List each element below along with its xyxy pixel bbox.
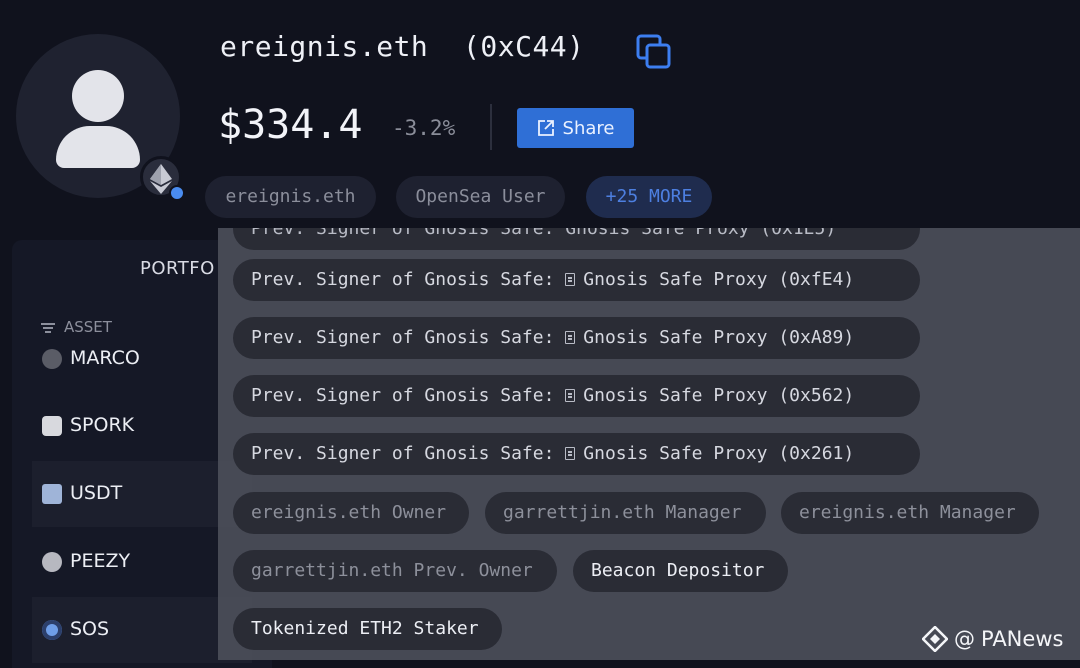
- signer-prefix: Prev. Signer of Gnosis Safe:: [251, 269, 555, 290]
- signer-prefix: Prev. Signer of Gnosis Safe:: [251, 327, 555, 348]
- signer-prefix: Prev. Signer of Gnosis Safe:: [251, 385, 555, 406]
- peezy-token-icon: [42, 552, 62, 572]
- tags-dropdown: Prev. Signer of Gnosis Safe: Gnosis Safe…: [218, 228, 1080, 660]
- signer-tag: Prev. Signer of Gnosis Safe: Gnosis Safe…: [233, 375, 920, 417]
- copy-icon[interactable]: [636, 34, 672, 70]
- contract-doc-icon: [565, 447, 576, 460]
- signer-target: Gnosis Safe Proxy (0xA89): [583, 327, 855, 348]
- value-change: -3.2%: [392, 116, 456, 140]
- avatar-body-shape: [56, 126, 140, 168]
- usdt-token-icon: [42, 484, 62, 504]
- asset-name: MARCO: [70, 347, 140, 369]
- signer-tag: Prev. Signer of Gnosis Safe: Gnosis Safe…: [233, 317, 920, 359]
- signer-target: Gnosis Safe Proxy (0x261): [583, 443, 855, 464]
- tag-opensea: OpenSea User: [396, 176, 565, 218]
- asset-name: USDT: [70, 482, 123, 504]
- role-tag: Beacon Depositor: [573, 550, 788, 592]
- divider: [490, 104, 492, 150]
- share-button[interactable]: Share: [517, 108, 634, 148]
- share-label: Share: [562, 117, 615, 139]
- role-tag: garrettjin.eth Prev. Owner: [233, 550, 557, 592]
- watermark: @ PANews: [922, 626, 1063, 652]
- tag-ens: ereignis.eth: [205, 176, 376, 218]
- role-tag: Tokenized ETH2 Staker: [233, 608, 502, 650]
- profile-title: ereignis.eth (0xC44): [220, 30, 585, 63]
- signer-tag: Prev. Signer of Gnosis Safe: Gnosis Safe…: [233, 433, 920, 475]
- external-link-icon: [537, 120, 554, 136]
- contract-doc-icon: [565, 331, 576, 344]
- panews-logo-icon: [922, 626, 948, 652]
- portfolio-value: $334.4: [218, 102, 363, 148]
- avatar-head-shape: [72, 70, 124, 122]
- marco-token-icon: [42, 349, 62, 369]
- signer-tag: Prev. Signer of Gnosis Safe: Gnosis Safe…: [233, 259, 920, 301]
- portfolio-title: PORTFO: [140, 258, 215, 279]
- spork-token-icon: [42, 416, 62, 436]
- more-tags-button[interactable]: +25 MORE: [586, 176, 712, 218]
- profile-page: ereignis.eth (0xC44) $334.4 -3.2% Share …: [0, 0, 1080, 668]
- signer-tag-partial: Prev. Signer of Gnosis Safe: Gnosis Safe…: [233, 228, 920, 250]
- role-tag: ereignis.eth Manager: [781, 492, 1039, 534]
- contract-doc-icon: [565, 273, 576, 286]
- wallet-address: (0xC44): [463, 30, 585, 63]
- ens-name: ereignis.eth: [220, 30, 429, 63]
- watermark-at: @: [954, 627, 975, 651]
- asset-name: SOS: [70, 618, 110, 640]
- asset-name: PEEZY: [70, 550, 131, 572]
- verified-dot-icon: [169, 185, 185, 201]
- role-tag: ereignis.eth Owner: [233, 492, 469, 534]
- signer-target: Gnosis Safe Proxy (0xfE4): [583, 269, 855, 290]
- role-tag: garrettjin.eth Manager: [485, 492, 766, 534]
- sos-token-icon: [42, 620, 62, 640]
- contract-doc-icon: [565, 389, 576, 402]
- signer-prefix: Prev. Signer of Gnosis Safe:: [251, 443, 555, 464]
- watermark-text: PANews: [981, 627, 1064, 651]
- ethereum-badge-icon: [140, 156, 185, 201]
- asset-name: SPORK: [70, 414, 135, 436]
- signer-target: Gnosis Safe Proxy (0x562): [583, 385, 855, 406]
